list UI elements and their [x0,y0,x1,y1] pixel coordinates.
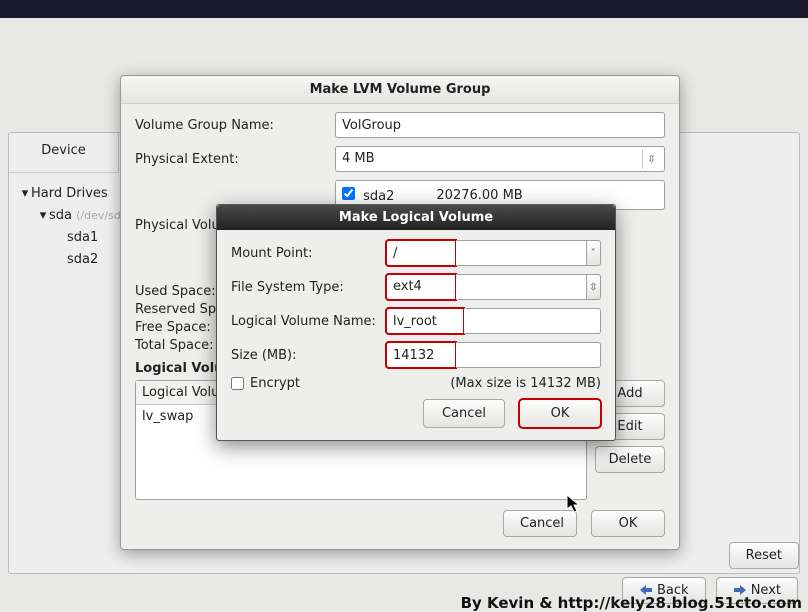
pv-name: sda2 [363,189,394,204]
mlv-dialog-title: Make Logical Volume [217,205,615,230]
mount-point-input[interactable] [386,240,456,266]
top-bar [0,0,808,18]
fs-type-spacer [456,274,587,300]
fs-type-dropdown[interactable]: ⇳ [587,274,601,300]
lvm-ok-button[interactable]: OK [591,510,665,537]
fs-type-value-box: ext4 [386,274,456,300]
pv-checkbox[interactable] [342,187,355,200]
mount-point-input-rest[interactable] [456,240,587,266]
mlv-cancel-button[interactable]: Cancel [423,399,505,428]
lv-name-input[interactable] [386,308,464,334]
physical-extent-label: Physical Extent: [135,152,335,167]
lvm-dialog-title: Make LVM Volume Group [121,76,679,104]
mlv-ok-button[interactable]: OK [519,399,601,428]
size-input-rest[interactable] [456,342,601,368]
encrypt-label: Encrypt [250,376,300,391]
vg-name-input[interactable] [335,112,665,138]
fs-type-label: File System Type: [231,280,386,295]
mount-point-dropdown[interactable]: ˅ [587,240,601,266]
lv-delete-button[interactable]: Delete [595,446,665,473]
pv-checkbox-label[interactable]: sda2 [342,187,394,204]
physical-extent-select[interactable]: 4 MB ⇳ [335,146,665,172]
fs-type-value: ext4 [393,279,422,294]
lv-name-input-rest[interactable] [464,308,601,334]
pv-size: 20276.00 MB [436,188,522,203]
vg-name-label: Volume Group Name: [135,118,335,133]
watermark-text: By Kevin & http://kely28.blog.51cto.com [461,594,802,612]
lv-name-label: Logical Volume Name: [231,314,386,329]
tree-label: sda [49,208,72,223]
lvm-cancel-button[interactable]: Cancel [503,510,577,537]
mount-point-label: Mount Point: [231,246,386,261]
physical-extent-value: 4 MB [342,151,375,166]
tree-label: Hard Drives [31,186,108,201]
encrypt-checkbox[interactable] [231,377,244,390]
size-input[interactable] [386,342,456,368]
size-label: Size (MB): [231,348,386,363]
device-column-header: Device [9,133,119,173]
max-size-text: (Max size is 14132 MB) [450,376,601,391]
make-logical-volume-dialog: Make Logical Volume Mount Point: ˅ File … [216,204,616,441]
updown-icon: ⇳ [642,149,660,169]
reset-button[interactable]: Reset [729,542,799,569]
